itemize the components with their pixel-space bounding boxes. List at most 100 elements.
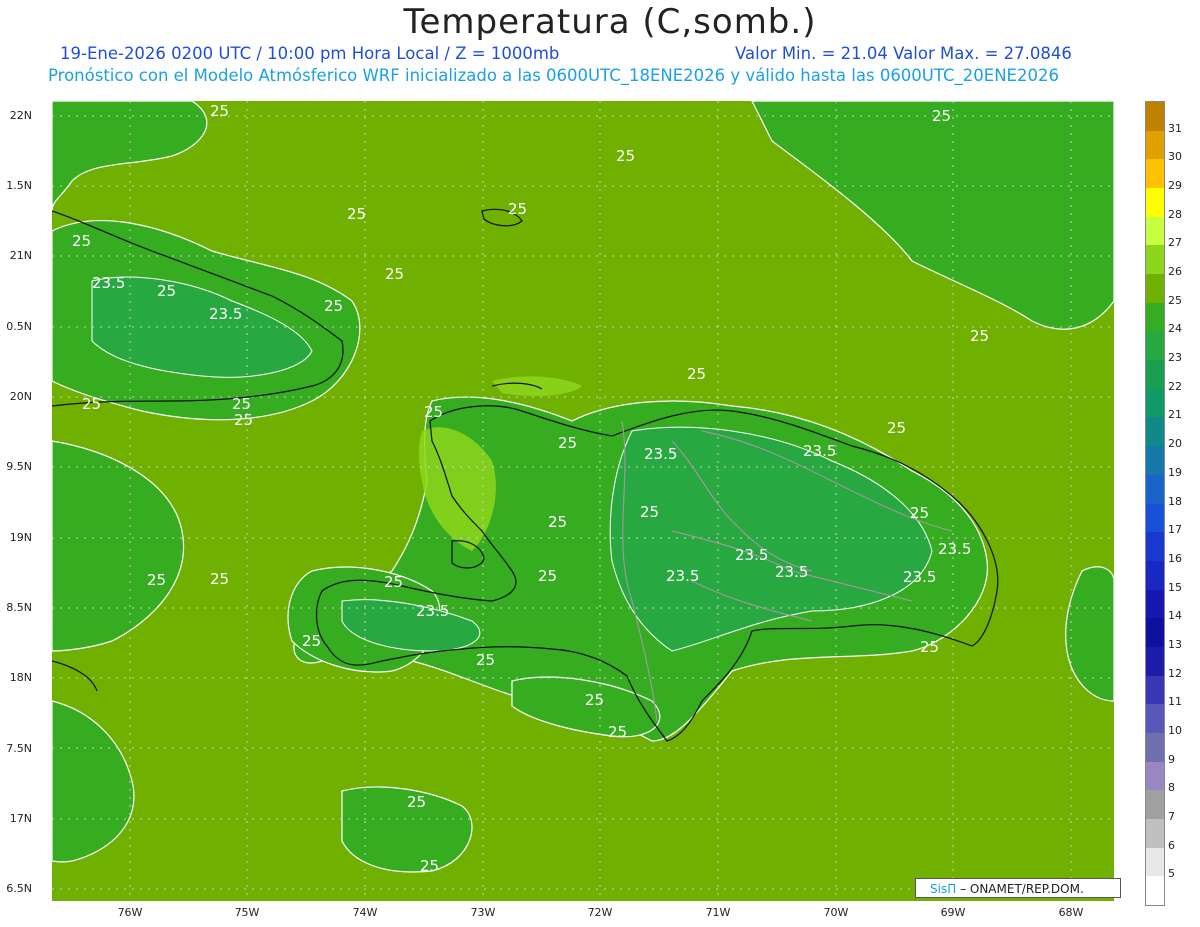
contour-label: 23.5 [803, 442, 836, 460]
legend-label: 29 [1168, 179, 1182, 193]
legend-swatch [1146, 274, 1164, 304]
contour-label: 25 [920, 638, 939, 656]
legend-label: 11 [1168, 695, 1182, 709]
legend-swatch [1146, 532, 1164, 562]
credit-text: – ONAMET/REP.DOM. [960, 882, 1084, 896]
y-tick-label: 20N [9, 390, 32, 403]
legend-label: 17 [1168, 523, 1182, 537]
temperature-map: 25 25 25 25 25 25 25 25 25 25 25 25 25 2… [52, 101, 1114, 901]
legend-swatch [1146, 675, 1164, 705]
contour-label: 23.5 [938, 540, 971, 558]
contour-label: 25 [82, 395, 101, 413]
contour-label: 23.5 [775, 563, 808, 581]
sispi-logo: SisΠ [930, 882, 957, 896]
contour-label: 25 [548, 513, 567, 531]
contour-label: 25 [424, 403, 443, 421]
legend-label: 14 [1168, 609, 1182, 623]
legend-label: 20 [1168, 437, 1182, 451]
legend-label: 5 [1168, 867, 1175, 881]
legend-label: 24 [1168, 322, 1182, 336]
contour-label: 23.5 [644, 445, 677, 463]
legend-label: 26 [1168, 265, 1182, 279]
subtitle-model-info: Pronóstico con el Modelo Atmósferico WRF… [48, 66, 1059, 85]
x-tick-label: 70W [823, 906, 849, 919]
contour-label: 25 [616, 147, 635, 165]
contour-label: 25 [210, 102, 229, 120]
legend-label: 7 [1168, 809, 1175, 823]
contour-label: 25 [324, 297, 343, 315]
y-tick-label: 17N [9, 812, 32, 825]
contour-label: 23.5 [92, 274, 125, 292]
contour-label: 25 [608, 723, 627, 741]
contour-label: 25 [476, 651, 495, 669]
legend-swatch [1146, 216, 1164, 246]
contour-label: 25 [72, 232, 91, 250]
legend-swatch [1146, 818, 1164, 849]
legend-swatch [1146, 618, 1164, 648]
legend-swatch [1146, 360, 1164, 390]
contour-label: 23.5 [903, 568, 936, 586]
y-tick-label: 1.5N [6, 179, 32, 192]
contour-label: 25 [585, 691, 604, 709]
legend-swatch [1146, 646, 1164, 677]
legend-swatch [1146, 876, 1164, 906]
legend-label: 31 [1168, 121, 1182, 135]
legend-label: 16 [1168, 551, 1182, 565]
y-tick-label: 21N [9, 249, 32, 262]
contour-label: 25 [687, 365, 706, 383]
legend-label: 28 [1168, 207, 1182, 221]
contour-label: 25 [932, 107, 951, 125]
contour-label: 25 [302, 632, 321, 650]
x-tick-label: 71W [705, 906, 731, 919]
legend-swatch [1146, 503, 1164, 533]
legend-label: 21 [1168, 408, 1182, 422]
credit-box: SisΠ – ONAMET/REP.DOM. [915, 878, 1121, 898]
legend-label: 6 [1168, 838, 1175, 852]
legend-label: 13 [1168, 637, 1182, 651]
legend-swatch [1146, 560, 1164, 591]
legend-swatch [1146, 847, 1164, 877]
legend-swatch [1146, 188, 1164, 218]
legend-label: 10 [1168, 723, 1182, 737]
contour-label: 25 [508, 200, 527, 218]
legend-swatch [1146, 474, 1164, 504]
contour-label: 23.5 [666, 567, 699, 585]
contour-label: 25 [234, 411, 253, 429]
y-tick-label: 22N [9, 109, 32, 122]
y-tick-label: 6.5N [6, 882, 32, 895]
legend-swatch [1146, 417, 1164, 447]
contour-label: 25 [970, 327, 989, 345]
legend-swatch [1146, 331, 1164, 361]
x-tick-label: 75W [234, 906, 260, 919]
legend-swatch [1146, 102, 1164, 132]
y-tick-label: 9.5N [6, 460, 32, 473]
contour-label: 25 [640, 503, 659, 521]
contour-label: 25 [407, 793, 426, 811]
legend-swatch [1146, 245, 1164, 275]
min-max-values: Valor Min. = 21.04 Valor Max. = 27.0846 [735, 44, 1072, 63]
legend-swatch [1146, 130, 1164, 160]
x-tick-label: 68W [1058, 906, 1084, 919]
map-title: Temperatura (C,somb.) [403, 2, 817, 42]
legend-label: 15 [1168, 580, 1182, 594]
legend-label: 12 [1168, 666, 1182, 680]
legend-label: 25 [1168, 293, 1182, 307]
y-tick-label: 19N [9, 531, 32, 544]
legend-label: 8 [1168, 781, 1175, 795]
contour-label: 23.5 [735, 546, 768, 564]
x-tick-label: 74W [352, 906, 378, 919]
x-tick-label: 72W [587, 906, 613, 919]
y-tick-label: 18N [9, 671, 32, 684]
legend-swatch [1146, 704, 1164, 734]
legend-label: 18 [1168, 494, 1182, 508]
legend-swatch [1146, 732, 1164, 763]
contour-label: 25 [157, 282, 176, 300]
legend-swatch [1146, 790, 1164, 820]
legend-swatch [1146, 761, 1164, 791]
contour-label: 25 [910, 504, 929, 522]
color-legend-bar [1145, 101, 1165, 906]
x-tick-label: 69W [940, 906, 966, 919]
contour-label: 25 [210, 570, 229, 588]
legend-swatch [1146, 159, 1164, 189]
y-tick-label: 7.5N [6, 742, 32, 755]
